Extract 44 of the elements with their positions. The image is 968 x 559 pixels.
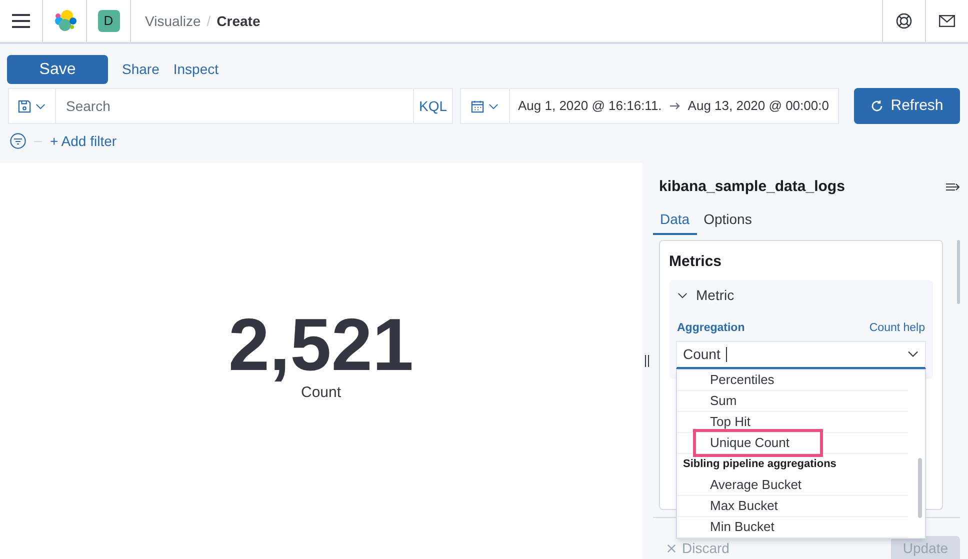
dropdown-option[interactable]: Min Bucket — [693, 517, 774, 536]
dropdown-option[interactable]: Top Hit — [693, 412, 750, 432]
toolbar-link[interactable]: Inspect — [173, 59, 218, 80]
sidebar-tab[interactable]: Data — [653, 205, 697, 235]
chevron-icon — [677, 290, 688, 301]
breadcrumb[interactable]: Create — [216, 10, 260, 32]
search-field[interactable]: Search — [56, 88, 413, 124]
collapse-icon[interactable] — [946, 182, 960, 192]
arrow-icon — [670, 101, 680, 111]
dropdown-option[interactable]: Sum — [693, 391, 737, 410]
refresh-button[interactable]: Refresh — [854, 88, 960, 124]
dropdown-option[interactable]: Max Bucket — [693, 496, 778, 516]
toolbar-link[interactable]: Share — [122, 59, 160, 80]
resize-handle-icon[interactable] — [644, 355, 648, 367]
option-group-heading: Sibling pipeline aggregations — [682, 457, 838, 472]
index-pattern-title: kibana_sample_data_logs — [659, 176, 845, 197]
scrollbar-thumb[interactable] — [957, 240, 960, 304]
breadcrumb-separator: / — [206, 12, 211, 30]
query-language-button[interactable]: KQL — [413, 88, 453, 124]
metric-toggle[interactable]: Metric — [677, 286, 734, 306]
end-date[interactable]: Aug 13, 2020 @ 00:00:0 — [688, 96, 829, 116]
refresh-icon — [870, 100, 883, 112]
saved-query-button[interactable] — [8, 88, 56, 124]
filter-icon[interactable] — [10, 133, 26, 149]
aggregation-combobox[interactable]: Count — [676, 340, 926, 369]
section-title: Metrics — [669, 252, 723, 272]
dropdown-option[interactable]: Percentiles — [693, 370, 774, 390]
field-label: Aggregation — [677, 320, 745, 336]
help-link[interactable]: Count help — [869, 320, 925, 337]
save-button[interactable]: Save — [7, 55, 108, 84]
logo-icon[interactable] — [52, 10, 76, 32]
combobox-value: Count — [683, 344, 720, 364]
start-date[interactable]: Aug 1, 2020 @ 16:16:11. — [518, 96, 662, 116]
dropdown-option[interactable]: Average Bucket — [693, 475, 802, 494]
metric-value: 2,521 — [228, 308, 414, 382]
dropdown-option[interactable]: Unique Count — [693, 428, 822, 457]
sidebar-tab[interactable]: Options — [696, 205, 759, 235]
add-filter-link[interactable]: + Add filter — [50, 130, 117, 152]
calendar-icon — [471, 100, 484, 112]
scrollbar-thumb[interactable] — [918, 458, 922, 518]
breadcrumb[interactable]: Visualize — [145, 10, 201, 32]
close-icon — [667, 544, 676, 553]
metric-label: Count — [300, 382, 342, 403]
avatar[interactable]: D — [98, 10, 120, 32]
